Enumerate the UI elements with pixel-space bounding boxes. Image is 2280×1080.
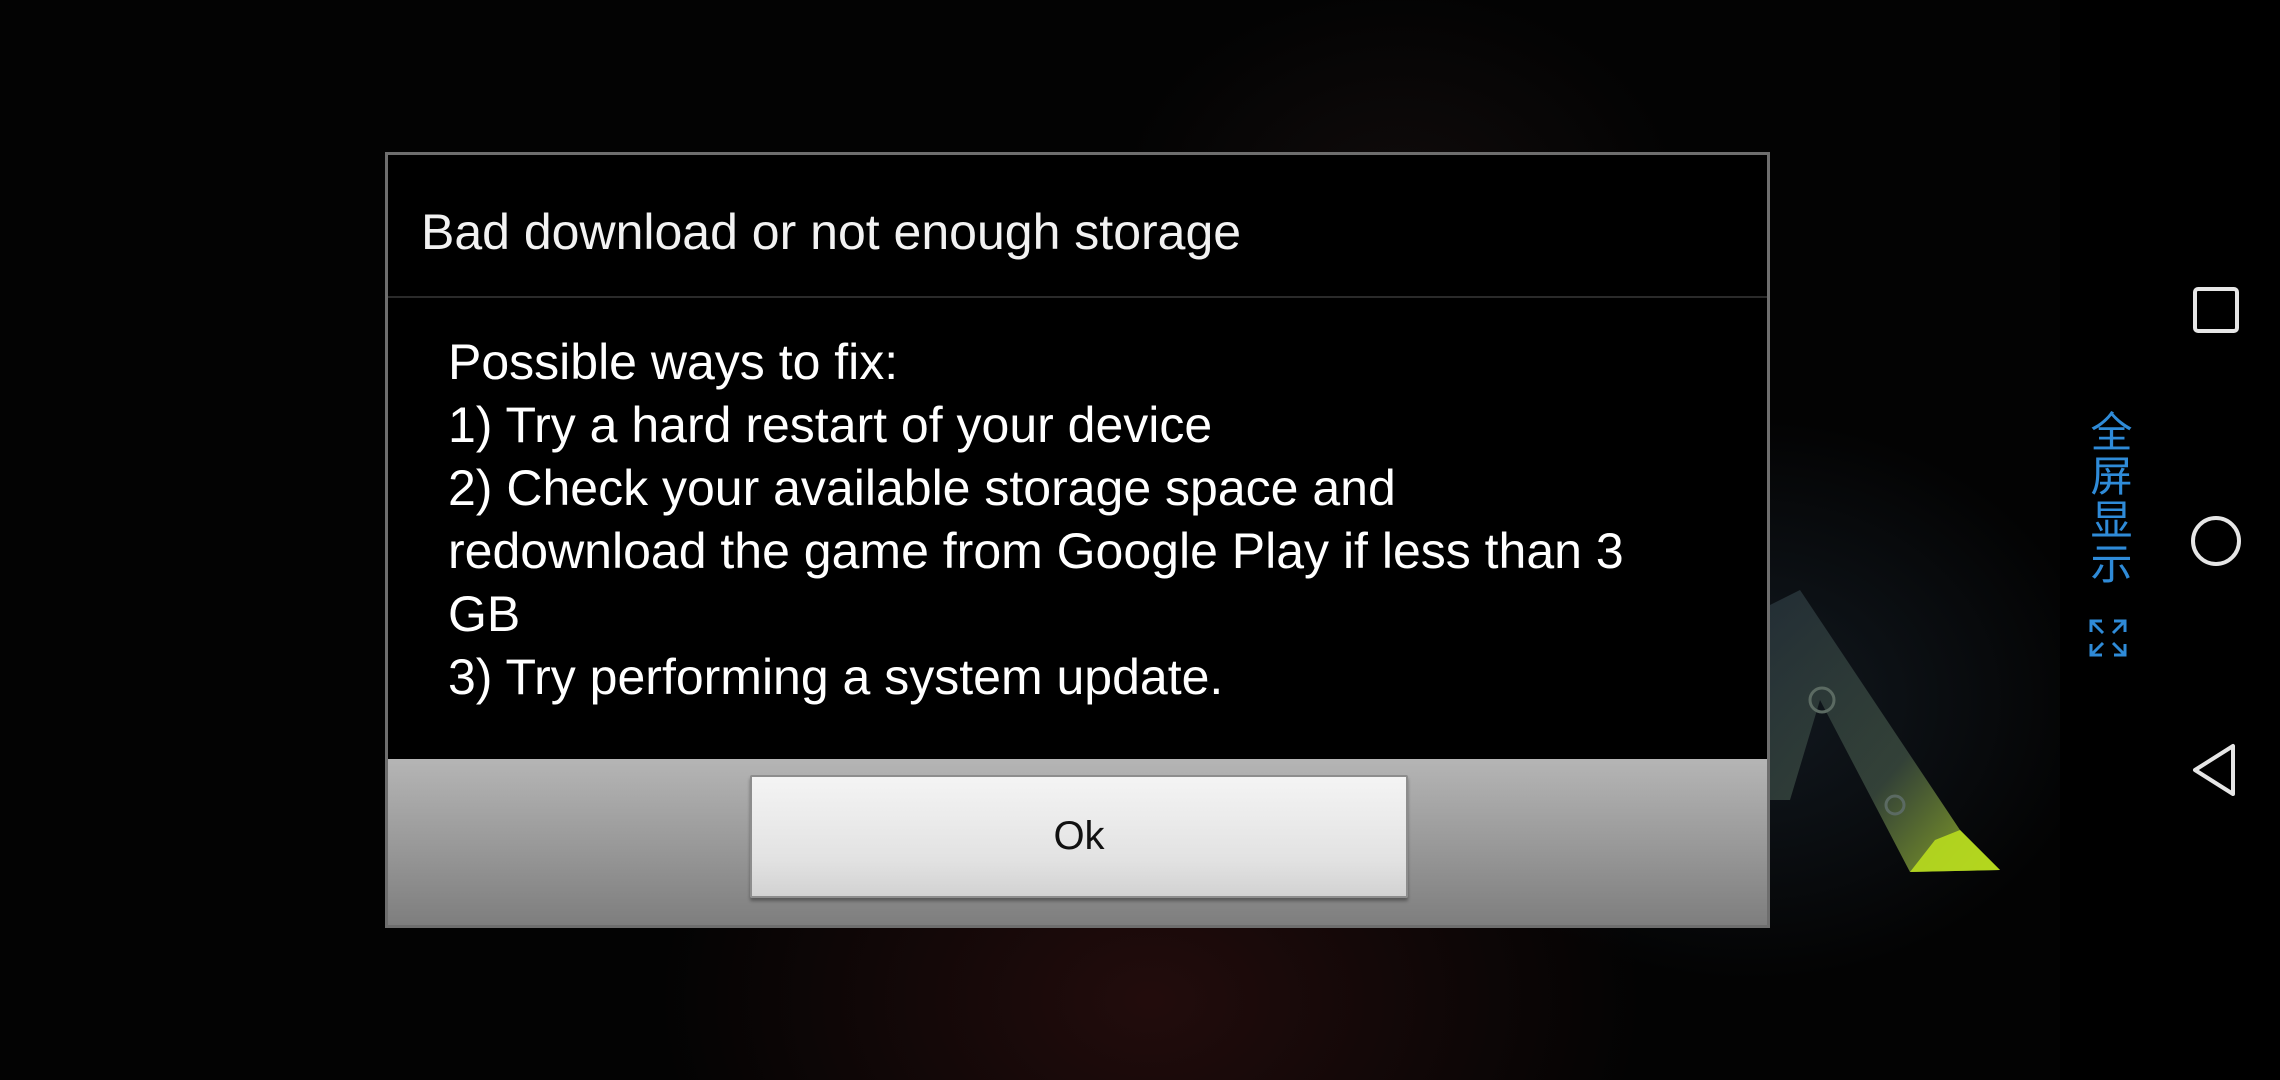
message-line: 2) Check your available storage space an… <box>448 460 1396 516</box>
message-line: 1) Try a hard restart of your device <box>448 397 1213 453</box>
message-line: Possible ways to fix: <box>448 334 899 390</box>
home-icon <box>2191 516 2241 566</box>
message-line: redownload the game from Google Play if … <box>448 523 1624 579</box>
fullscreen-label: 全屏显示 <box>2084 410 2133 586</box>
expand-icon <box>2089 619 2127 657</box>
back-button[interactable] <box>2186 740 2246 800</box>
dialog-title: Bad download or not enough storage <box>388 155 1767 298</box>
ok-button[interactable]: Ok <box>750 775 1408 898</box>
recents-icon <box>2193 287 2239 333</box>
dialog-message: Possible ways to fix: 1) Try a hard rest… <box>448 331 1748 709</box>
message-line: 3) Try performing a system update. <box>448 649 1224 705</box>
fullscreen-display-button[interactable]: 全屏显示 <box>2080 410 2136 680</box>
dialog-button-bar: Ok <box>388 759 1767 925</box>
error-dialog: Bad download or not enough storage Possi… <box>385 152 1770 928</box>
home-button[interactable] <box>2186 511 2246 571</box>
back-icon <box>2193 744 2235 796</box>
app-screen: Bad download or not enough storage Possi… <box>0 0 2280 1080</box>
message-line: GB <box>448 586 521 642</box>
recents-button[interactable] <box>2186 280 2246 340</box>
game-logo-fragment <box>1760 590 2000 872</box>
